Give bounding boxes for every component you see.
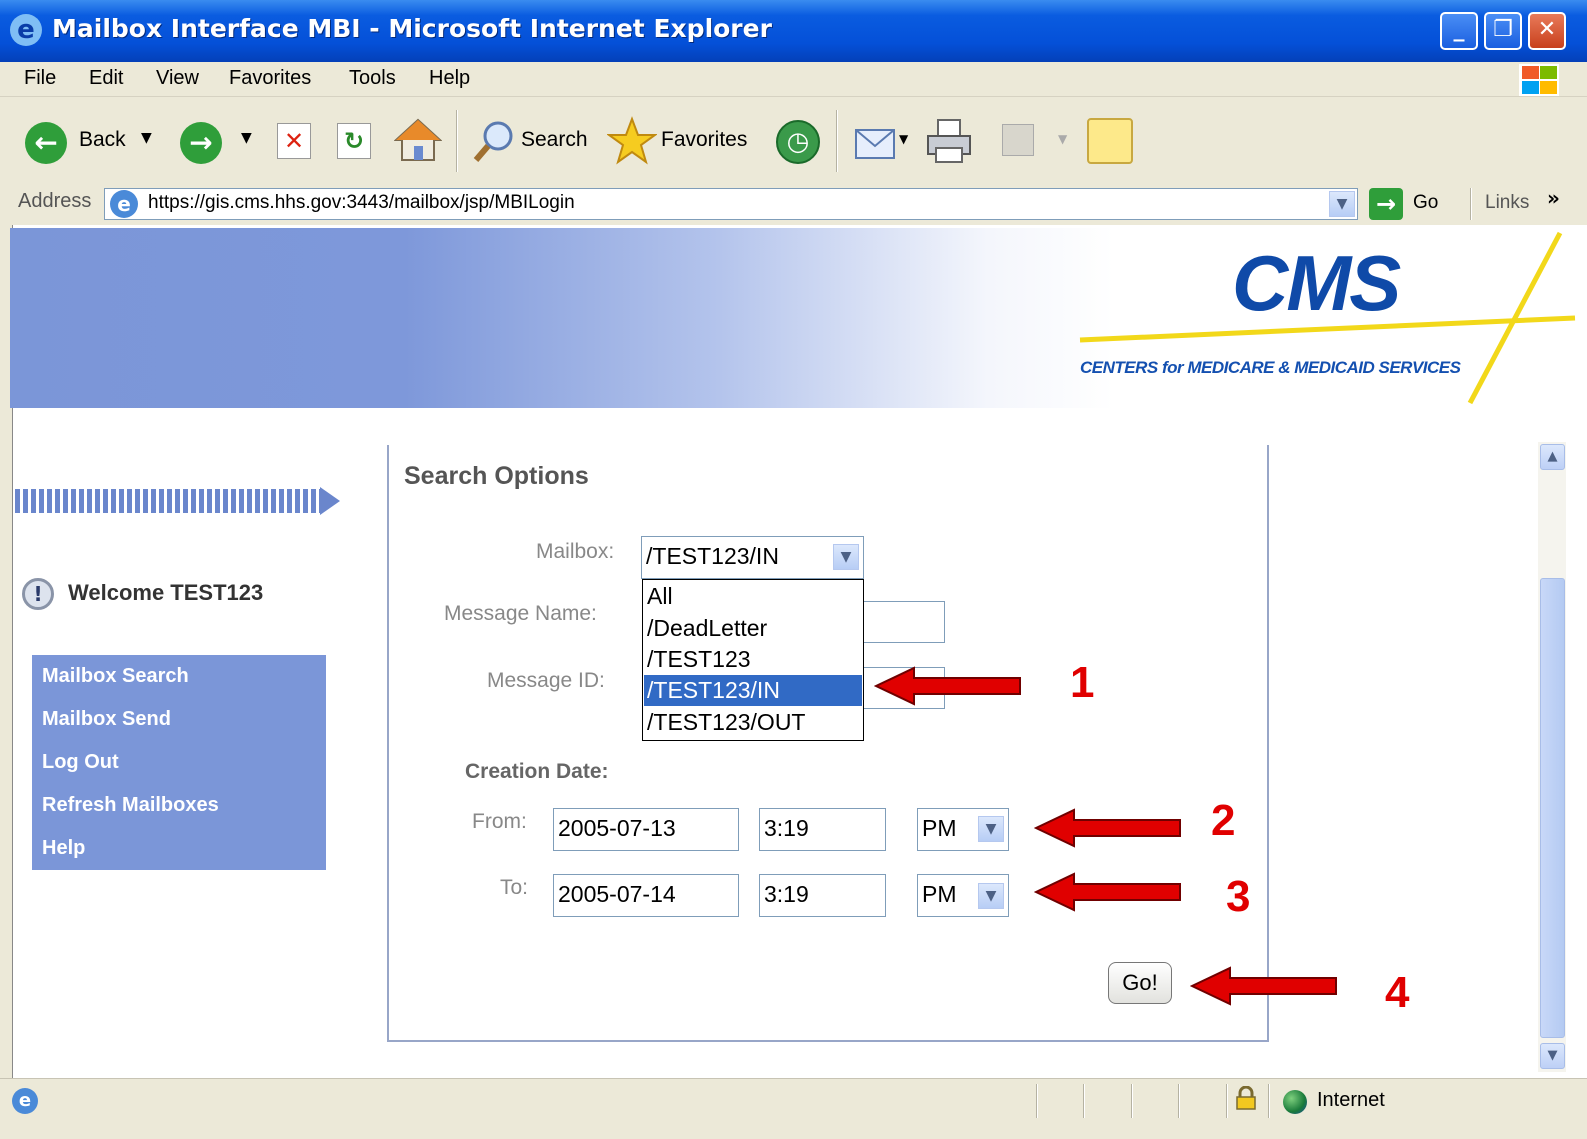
scroll-thumb[interactable] [1540,578,1565,1038]
cms-subtitle: CENTERS for MEDICARE & MEDICAID SERVICES [1080,358,1461,377]
status-separator [1036,1084,1038,1118]
callout-number-1: 1 [1070,658,1095,707]
history-icon[interactable]: ◷ [776,120,820,164]
from-date-input[interactable]: 2005-07-13 [553,808,739,851]
go-arrow-icon[interactable]: → [1369,188,1403,220]
internet-zone-label: Internet [1317,1089,1385,1111]
forward-dropdown-icon[interactable]: ▼ [241,130,252,146]
lock-icon [1236,1085,1256,1110]
from-ampm-dropdown-icon[interactable]: ▼ [978,816,1004,842]
message-name-label: Message Name: [444,602,597,625]
menu-file[interactable]: File [24,67,56,90]
menu-tools[interactable]: Tools [349,67,396,90]
mail-icon[interactable] [852,120,898,162]
page-icon: e [110,190,138,218]
address-dropdown-icon[interactable]: ▼ [1329,191,1355,217]
message-name-input[interactable] [860,601,945,643]
status-separator [1268,1084,1270,1118]
mailbox-option-deadletter[interactable]: /DeadLetter [644,613,862,644]
cms-logo: CMS [1232,239,1401,327]
search-options-panel [387,445,1269,1042]
to-label: To: [500,876,529,899]
mailbox-dropdown-icon[interactable]: ▼ [833,544,859,570]
address-url[interactable]: https://gis.cms.hhs.gov:3443/mailbox/jsp… [148,192,575,214]
status-separator [1178,1084,1180,1118]
sidebar-item-mailbox-search[interactable]: Mailbox Search [42,665,189,688]
menu-help[interactable]: Help [429,67,470,90]
status-separator [1131,1084,1133,1118]
mailbox-select[interactable]: /TEST123/IN [641,536,864,579]
mailbox-option-test123-out[interactable]: /TEST123/OUT [644,707,862,738]
alert-icon: ! [22,578,54,610]
search-icon[interactable] [472,118,518,164]
forward-arrow-icon[interactable]: → [180,122,222,164]
mail-dropdown-icon[interactable]: ▼ [899,132,908,146]
links-label[interactable]: Links [1485,192,1529,214]
callout-arrow-3-icon [1034,872,1181,912]
back-button[interactable]: Back [79,128,126,152]
message-id-label: Message ID: [487,669,605,692]
go-button[interactable]: Go [1413,192,1438,214]
stop-icon[interactable]: ✕ [277,123,311,159]
favorites-star-icon[interactable] [605,116,659,166]
from-time-input[interactable]: 3:19 [759,808,886,851]
edit-page-icon[interactable] [1002,124,1034,156]
toolbar-separator [836,110,838,172]
mailbox-options-list[interactable]: All /DeadLetter /TEST123 /TEST123/IN /TE… [642,579,864,741]
refresh-icon[interactable]: ↻ [337,123,371,159]
more-links-icon[interactable]: » [1547,186,1560,210]
callout-arrow-1-icon [874,666,1021,706]
back-dropdown-icon[interactable]: ▼ [141,130,152,146]
menu-edit[interactable]: Edit [89,67,123,90]
home-icon[interactable] [393,118,443,162]
status-separator [1083,1084,1085,1118]
search-button[interactable]: Search [521,128,588,152]
to-ampm-dropdown-icon[interactable]: ▼ [978,883,1004,909]
sidebar-item-help[interactable]: Help [42,837,85,860]
to-time-input[interactable]: 3:19 [759,874,886,917]
mailbox-option-test123-in[interactable]: /TEST123/IN [644,675,862,706]
sidebar-item-log-out[interactable]: Log Out [42,751,119,774]
window-title: Mailbox Interface MBI - Microsoft Intern… [52,14,772,43]
menu-view[interactable]: View [156,67,199,90]
to-date-input[interactable]: 2005-07-14 [553,874,739,917]
toolbar-separator [456,110,458,172]
internet-globe-icon [1283,1090,1307,1114]
windows-logo-icon [1519,64,1559,96]
minimize-button[interactable]: _ [1440,12,1478,50]
mailbox-label: Mailbox: [536,540,615,563]
toolbar-separator [1470,188,1472,220]
sidebar-item-refresh-mailboxes[interactable]: Refresh Mailboxes [42,794,219,817]
search-options-heading: Search Options [404,462,589,490]
creation-date-label: Creation Date: [465,760,609,783]
decorative-bar-arrow-icon [15,487,340,515]
mailbox-option-test123[interactable]: /TEST123 [644,644,862,675]
menu-favorites[interactable]: Favorites [229,67,311,90]
welcome-text: Welcome TEST123 [68,580,264,605]
callout-number-3: 3 [1226,872,1251,921]
scroll-up-icon[interactable]: ▲ [1540,444,1565,470]
callout-arrow-4-icon [1190,966,1337,1006]
status-page-icon: e [12,1088,38,1114]
callout-arrow-2-icon [1034,808,1181,848]
print-icon[interactable] [924,116,974,166]
scroll-down-icon[interactable]: ▼ [1540,1043,1565,1069]
mailbox-option-all[interactable]: All [644,581,862,612]
messenger-note-icon[interactable] [1087,118,1133,164]
favorites-button[interactable]: Favorites [661,128,747,152]
ie-icon: e [10,14,42,46]
close-button[interactable]: ✕ [1528,12,1566,50]
go-search-button[interactable]: Go! [1108,962,1172,1004]
from-label: From: [472,810,527,833]
back-arrow-icon[interactable]: ← [25,122,67,164]
sidebar-item-mailbox-send[interactable]: Mailbox Send [42,708,171,731]
edit-dropdown-icon[interactable]: ▼ [1058,132,1067,146]
restore-button[interactable]: ❐ [1484,12,1522,50]
status-separator [1226,1084,1228,1118]
callout-number-4: 4 [1385,968,1410,1017]
callout-number-2: 2 [1211,796,1236,845]
address-label: Address [18,190,92,212]
